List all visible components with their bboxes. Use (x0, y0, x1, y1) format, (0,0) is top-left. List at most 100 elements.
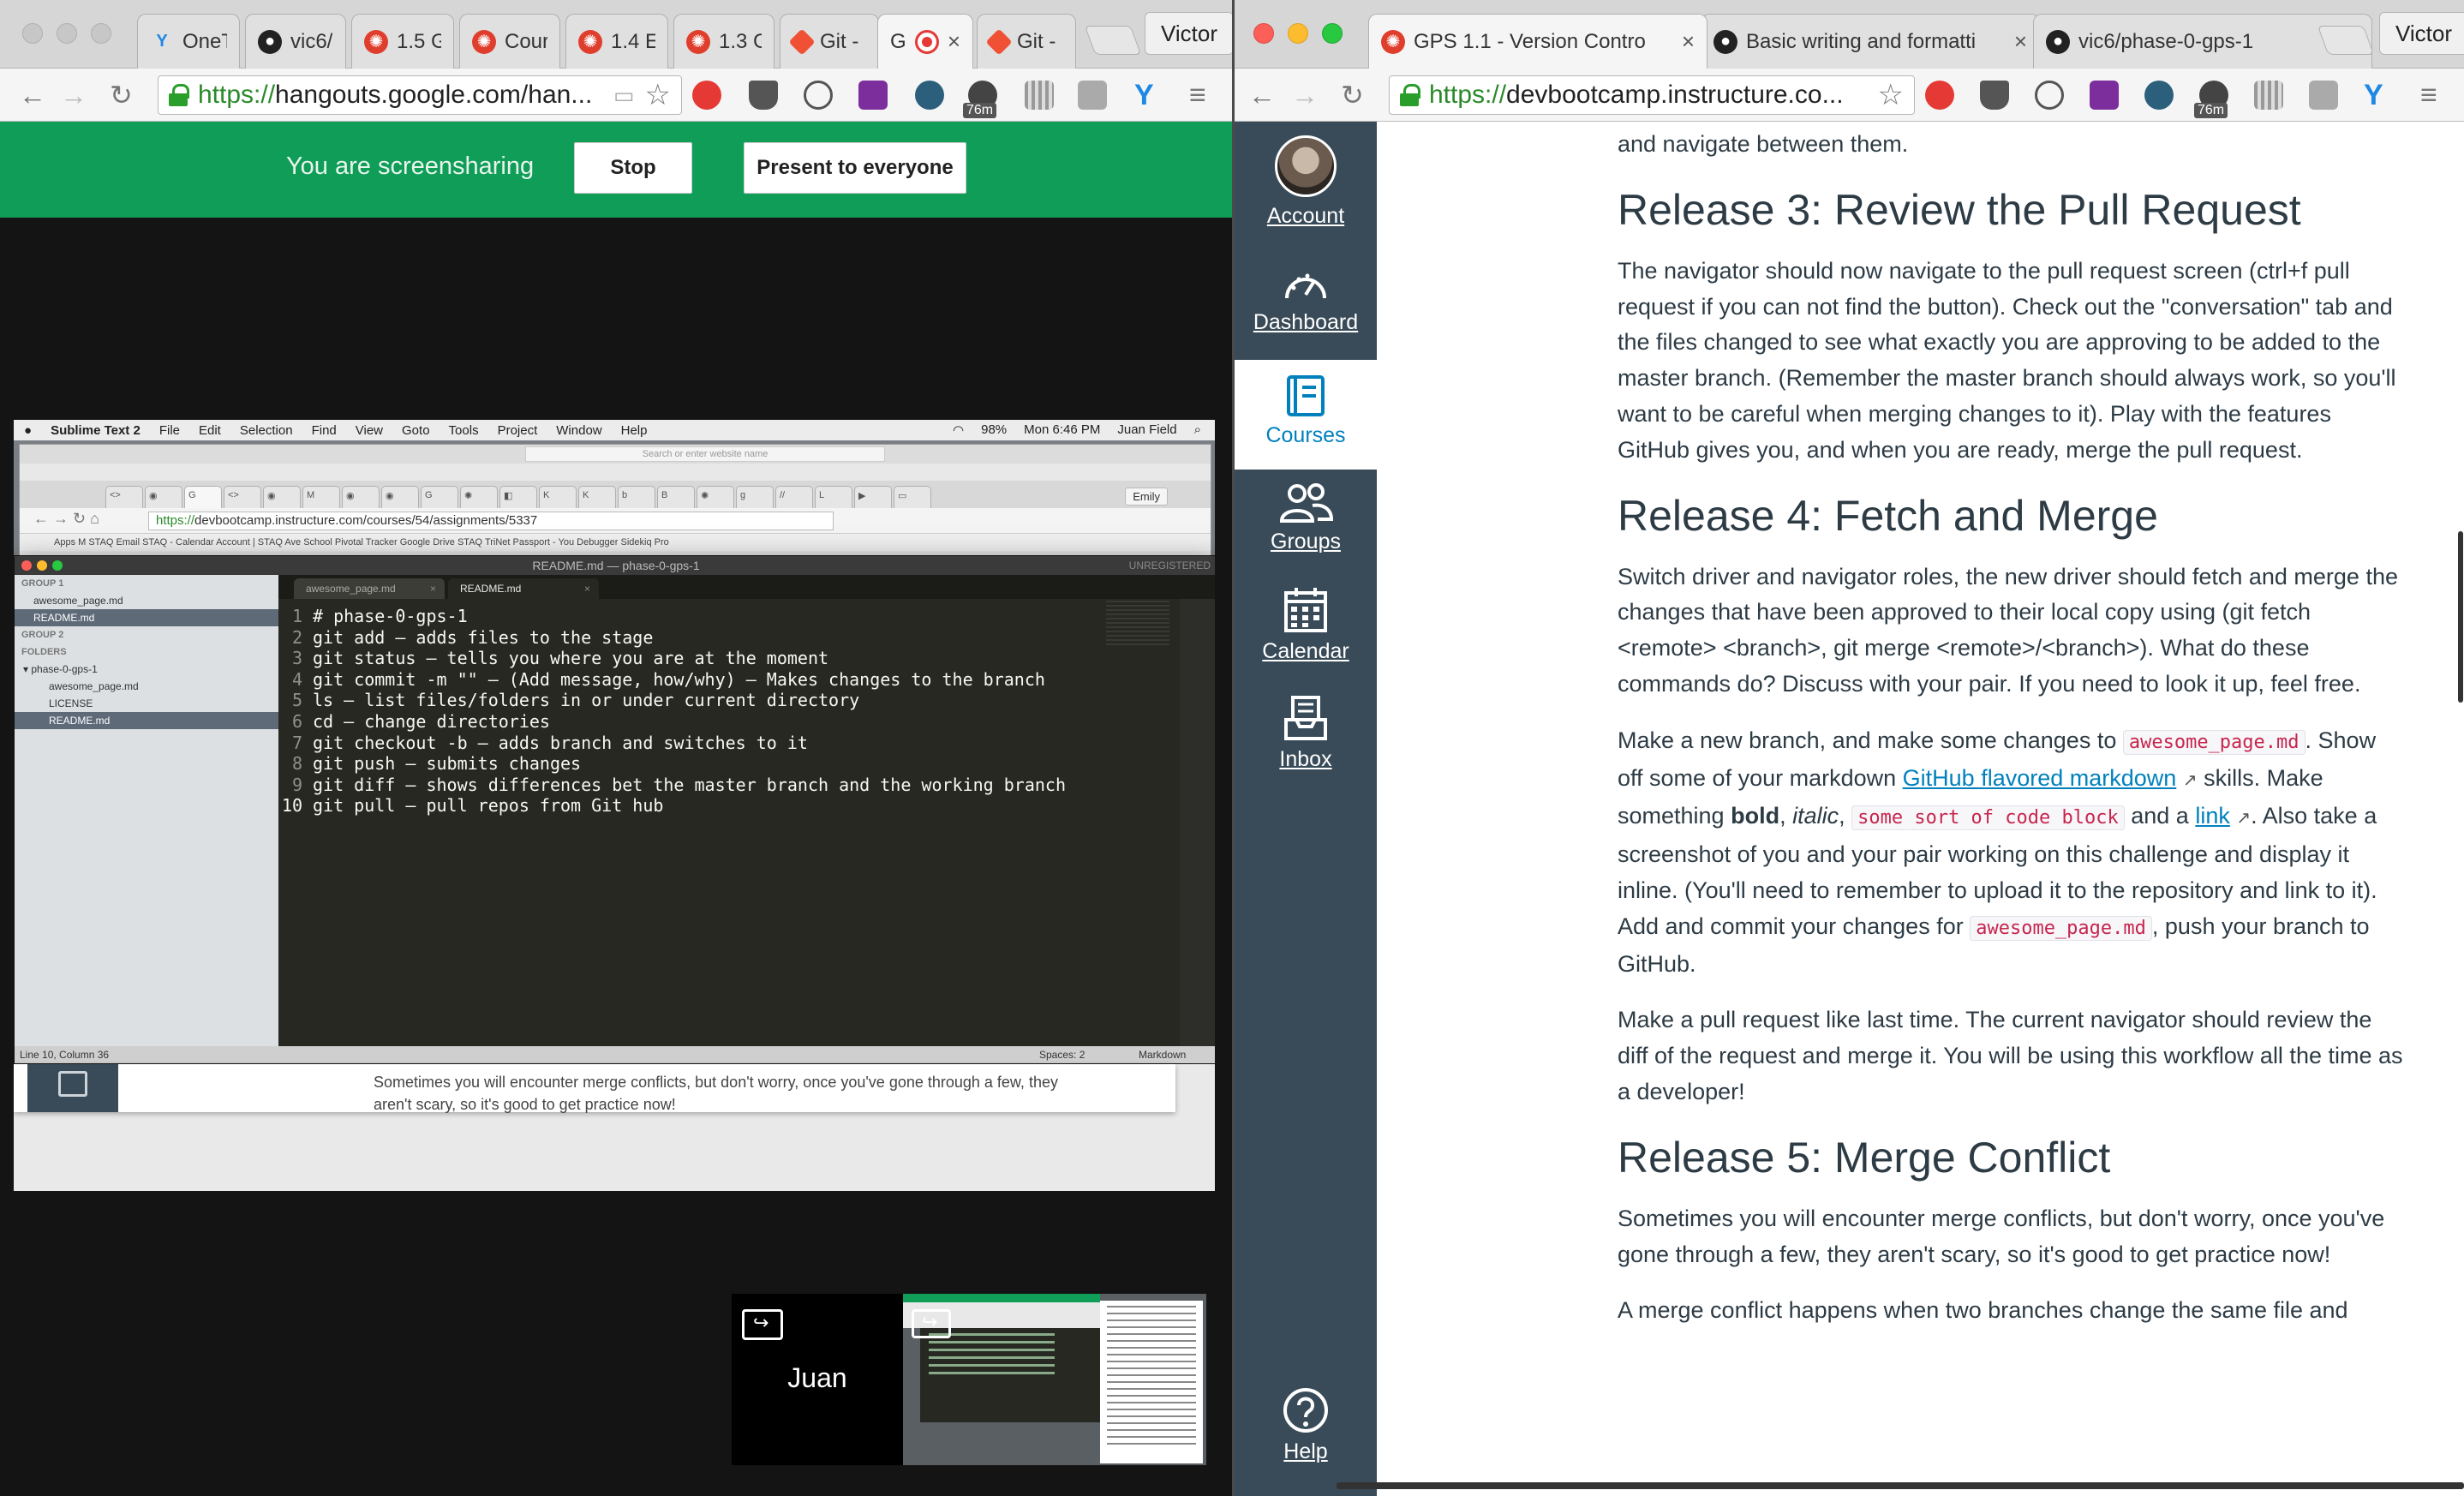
menu-icon[interactable]: ≡ (2420, 81, 2437, 110)
sidebar-file: LICENSE (49, 697, 93, 709)
line-number: 2 (291, 626, 302, 648)
new-tab-button[interactable] (1084, 26, 1142, 55)
opera-ext-icon[interactable] (1925, 81, 1954, 110)
tab-canvas-1-3[interactable]: ✺ 1.3 G (673, 14, 774, 69)
forward-icon[interactable]: → (60, 81, 87, 110)
editor-tabs: awesome_page.md × README.md × (278, 575, 1215, 599)
info-ext-icon[interactable] (804, 81, 833, 110)
shared-tab: ✺ (460, 486, 498, 508)
thumbnail-editor (920, 1328, 1100, 1422)
address-bar[interactable]: https:// devbootcamp.instructure.co... ☆ (1389, 75, 1915, 115)
shared-tab: ◉ (145, 486, 182, 508)
tab-github-vic6[interactable]: ● vic6/ (245, 14, 346, 69)
info-ext-icon[interactable] (2035, 81, 2064, 110)
heading-release-3: Release 3: Review the Pull Request (1618, 185, 2301, 234)
nav-inbox[interactable]: Inbox (1235, 694, 1377, 783)
profile-button[interactable]: Victor (1145, 12, 1232, 55)
tab-git-1[interactable]: Git - (780, 14, 879, 69)
timer-badge: 76m (963, 103, 997, 118)
line-number: 3 (291, 648, 302, 669)
hatena-ext-icon[interactable] (2309, 81, 2338, 110)
folder-name: phase-0-gps-1 (31, 663, 98, 675)
yammer-ext-icon[interactable]: Y (2364, 81, 2393, 110)
sublime-sidebar: GROUP 1 awesome_page.md README.md GROUP … (15, 575, 278, 1048)
tab-label: OneT (182, 29, 227, 53)
tab-canvas-1-4[interactable]: ✺ 1.4 E (565, 14, 668, 69)
horizontal-scrollbar[interactable] (1337, 1482, 2464, 1489)
minimize-window-button[interactable] (1288, 23, 1308, 44)
reload-icon[interactable]: ↻ (1341, 81, 1364, 110)
yammer-ext-icon[interactable]: Y (1134, 81, 1163, 110)
tab-canvas-courses[interactable]: ✺ Cour (459, 14, 560, 69)
nav-dashboard[interactable]: Dashboard (1235, 264, 1377, 353)
paragraph: Switch driver and navigator roles, the n… (1618, 563, 2398, 697)
onenote-icon[interactable] (2090, 81, 2119, 110)
spotlight-icon: ⌕ (1193, 422, 1201, 437)
unregistered-label: UNREGISTERED (1128, 560, 1211, 571)
github-markdown-link[interactable]: GitHub flavored markdown (1903, 765, 2177, 791)
tab-onet[interactable]: Y OneT (137, 14, 240, 69)
stop-sharing-button[interactable]: Stop (574, 142, 692, 194)
bars-ext-icon[interactable] (2254, 81, 2283, 110)
canvas-icon: ✺ (686, 29, 710, 54)
hatena-ext-icon[interactable] (1078, 81, 1107, 110)
close-tab-icon[interactable]: × (1682, 28, 1695, 55)
close-window-button[interactable] (1253, 23, 1274, 44)
tab-canvas-1-5[interactable]: ✺ 1.5 G (351, 14, 454, 69)
present-to-everyone-button[interactable]: Present to everyone (744, 142, 966, 194)
nav-groups[interactable]: Groups (1235, 482, 1377, 571)
bars-ext-icon[interactable] (1025, 81, 1054, 110)
code-text: git status – tells you where you are at … (313, 648, 829, 669)
paragraph: A merge conflict happens when two branch… (1618, 1297, 2348, 1324)
nav-calendar[interactable]: Calendar (1235, 586, 1377, 675)
bookmark-star-icon[interactable]: ☆ (645, 78, 671, 112)
camera-icon[interactable]: ▭ (613, 82, 635, 109)
tab-canvas-gps[interactable]: ✺ GPS 1.1 - Version Contro × (1368, 14, 1707, 69)
profile-button[interactable]: Victor (2379, 12, 2464, 55)
vision-ext-icon[interactable] (2144, 81, 2174, 110)
line-number: 1 (291, 606, 302, 626)
back-icon[interactable]: ← (1248, 81, 1276, 110)
shared-profile: Emily (1125, 488, 1168, 506)
mac-menu-bar: ● Sublime Text 2 File Edit Selection Fin… (14, 420, 1215, 440)
menu-goto: Goto (402, 422, 430, 438)
canvas-icon: ✺ (578, 29, 602, 54)
self-screen-thumbnail[interactable] (903, 1294, 1206, 1465)
user-name: Juan Field (1117, 422, 1177, 437)
nav-courses[interactable]: Courses (1235, 360, 1377, 470)
close-tab-icon[interactable]: × (948, 28, 960, 55)
opera-ext-icon[interactable] (692, 81, 721, 110)
paragraph: Sometimes you will encounter merge confl… (1618, 1205, 2385, 1267)
zoom-window-button[interactable] (91, 23, 111, 44)
reload-icon[interactable]: ↻ (110, 81, 133, 110)
menu-find: Find (311, 422, 337, 438)
address-bar[interactable]: https:// hangouts.google.com/han... ▭ ☆ (158, 75, 682, 115)
pocket-icon[interactable] (749, 81, 778, 110)
back-icon[interactable]: ← (19, 81, 46, 110)
forward-icon[interactable]: → (1291, 81, 1319, 110)
tab-git-2[interactable]: Git - (977, 14, 1076, 69)
menu-icon[interactable]: ≡ (1189, 81, 1206, 110)
vision-ext-icon[interactable] (915, 81, 944, 110)
minimize-window-button[interactable] (57, 23, 77, 44)
nav-account[interactable]: Account (1235, 135, 1377, 236)
sublime-zoom-icon (52, 560, 63, 571)
tab-hangouts[interactable]: G × (877, 14, 973, 69)
onenote-icon[interactable] (858, 81, 888, 110)
close-window-button[interactable] (22, 23, 43, 44)
participant-tile[interactable]: Juan (732, 1294, 903, 1465)
link-link[interactable]: link (2195, 803, 2230, 829)
close-tab-icon[interactable]: × (2014, 28, 2027, 55)
nav-label: Dashboard (1253, 310, 1359, 334)
line-number: 5 (291, 690, 302, 711)
bookmark-star-icon[interactable]: ☆ (1878, 78, 1904, 112)
zoom-window-button[interactable] (1322, 23, 1343, 44)
tab-github-basic-writing[interactable]: ● Basic writing and formatti × (1701, 14, 2040, 69)
page-scrollbar[interactable] (2458, 531, 2463, 703)
nav-help[interactable]: Help (1235, 1386, 1377, 1475)
paragraph-branch: Make a new branch, and make some changes… (1618, 723, 2406, 983)
code-line: 5 ls – list files/folders in or under cur… (278, 690, 1215, 711)
pocket-icon[interactable] (1980, 81, 2009, 110)
tab-github-repo[interactable]: ● vic6/phase-0-gps-1 × (2033, 14, 2372, 69)
shared-tab: L (815, 486, 852, 508)
